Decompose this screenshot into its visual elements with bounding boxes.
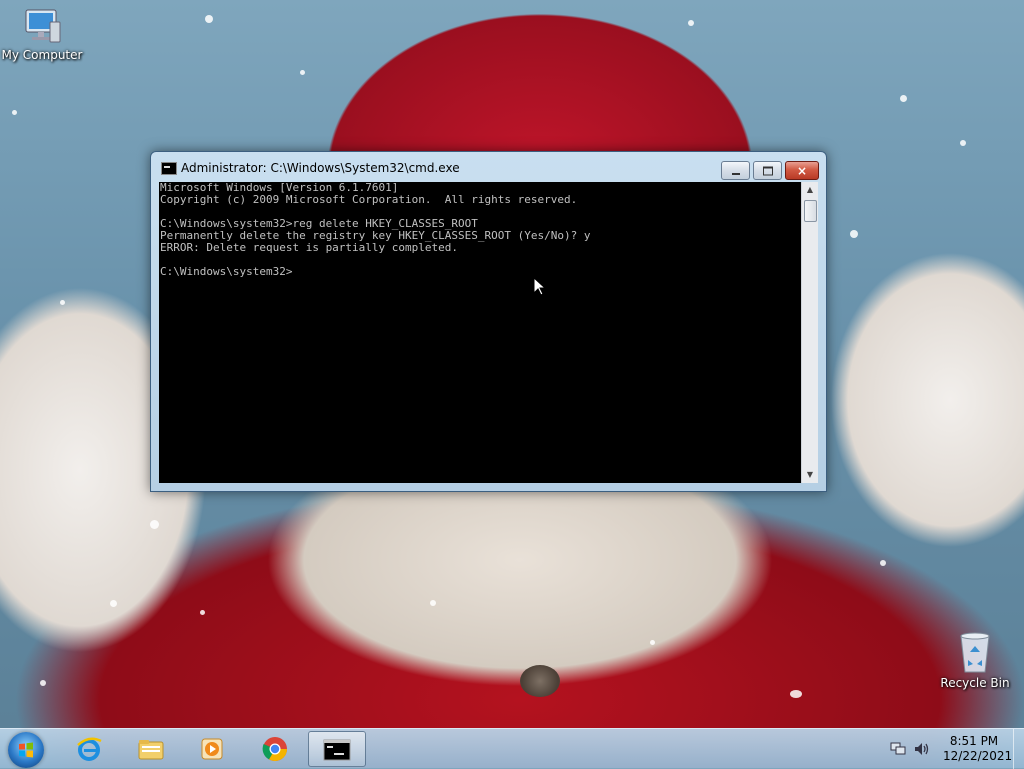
scroll-up-arrow-icon[interactable]: ▲	[802, 182, 818, 198]
coat-button-decoration	[520, 665, 560, 697]
console-output[interactable]: Microsoft Windows [Version 6.1.7601] Cop…	[159, 182, 801, 483]
folder-icon	[138, 740, 164, 760]
cmd-window[interactable]: Administrator: C:\Windows\System32\cmd.e…	[150, 151, 827, 492]
snowflake	[60, 300, 65, 305]
recycle-bin-icon	[957, 630, 993, 674]
window-titlebar[interactable]: Administrator: C:\Windows\System32\cmd.e…	[151, 152, 826, 182]
desktop-icon-label: My Computer	[1, 48, 83, 62]
snowflake	[688, 20, 694, 26]
chrome-icon	[262, 737, 287, 762]
close-button[interactable]: ×	[785, 161, 819, 180]
cmd-app-icon	[161, 162, 177, 175]
taskbar-ie[interactable]	[62, 731, 116, 767]
desktop-icon-my-computer[interactable]: My Computer	[0, 8, 84, 62]
minimize-icon	[731, 172, 740, 175]
snowflake	[900, 95, 907, 102]
snowflake	[850, 230, 858, 238]
show-desktop-button[interactable]	[1013, 729, 1024, 769]
taskbar-chrome[interactable]	[248, 731, 302, 767]
vertical-scrollbar[interactable]: ▲ ▼	[801, 182, 818, 483]
snowflake	[430, 600, 436, 606]
snowflake	[300, 70, 305, 75]
start-button[interactable]	[8, 732, 44, 768]
snowflake	[110, 600, 117, 607]
desktop-icon-label: Recycle Bin	[940, 676, 1010, 690]
media-player-icon	[201, 738, 223, 760]
ie-icon	[77, 737, 102, 761]
mouse-cursor-icon	[534, 278, 546, 296]
clock-time: 8:51 PM	[949, 734, 999, 748]
snowflake	[205, 15, 213, 23]
snowflake	[960, 140, 966, 146]
clock-date: 12/22/2021	[943, 749, 1013, 763]
scrollbar-thumb[interactable]	[804, 200, 817, 222]
cmd-icon	[323, 739, 351, 761]
windows-logo-icon	[19, 742, 33, 758]
console-line: ERROR: Delete request is partially compl…	[160, 241, 459, 254]
snowflake	[200, 610, 205, 615]
console-line: Copyright (c) 2009 Microsoft Corporation…	[160, 193, 578, 206]
taskbar-explorer[interactable]	[124, 731, 178, 767]
maximize-button[interactable]	[753, 161, 782, 180]
snowflake	[790, 690, 802, 698]
close-icon: ×	[796, 163, 808, 178]
taskbar: 8:51 PM 12/22/2021	[0, 728, 1024, 769]
snowflake	[40, 680, 46, 686]
volume-icon[interactable]	[914, 742, 930, 756]
snowflake	[650, 640, 655, 645]
snowflake	[880, 560, 886, 566]
snowflake	[12, 110, 17, 115]
desktop-icon-recycle-bin[interactable]: Recycle Bin	[933, 630, 1017, 690]
system-clock[interactable]: 8:51 PM 12/22/2021	[943, 734, 1013, 764]
maximize-icon	[762, 166, 773, 175]
scroll-down-arrow-icon[interactable]: ▼	[802, 467, 818, 483]
network-icon[interactable]	[890, 742, 906, 756]
minimize-button[interactable]	[721, 161, 750, 180]
computer-icon	[20, 8, 64, 46]
snowflake	[150, 520, 159, 529]
taskbar-media-player[interactable]	[185, 731, 239, 767]
taskbar-cmd[interactable]	[308, 731, 366, 767]
window-title: Administrator: C:\Windows\System32\cmd.e…	[181, 161, 460, 175]
console-prompt-line: C:\Windows\system32>	[160, 265, 293, 278]
